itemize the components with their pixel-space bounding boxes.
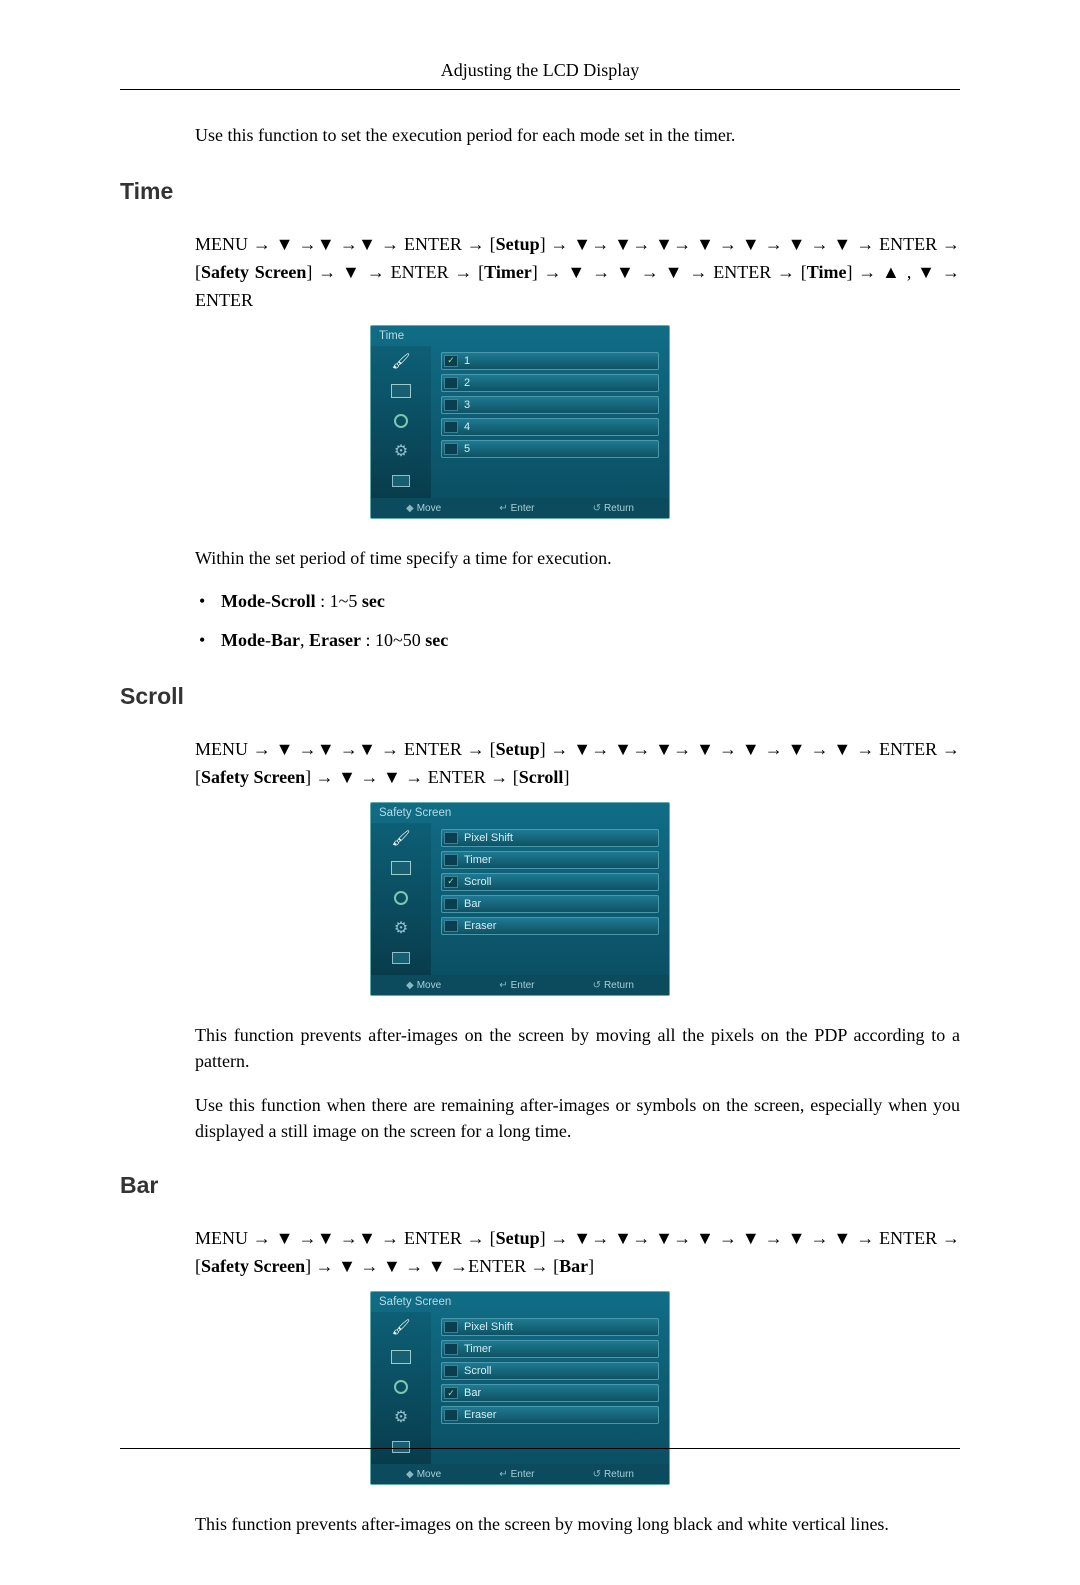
- osd-row: Eraser: [441, 917, 659, 935]
- check-icon: [444, 854, 458, 866]
- nav-sequence-bar: MENU → ▼ →▼ →▼ → ENTER → [Setup] → ▼→ ▼→…: [195, 1225, 960, 1281]
- media-icon: [388, 949, 414, 967]
- return-icon: ↺: [593, 1469, 601, 1480]
- section-heading-scroll: Scroll: [120, 683, 960, 710]
- nav-sequence-scroll: MENU → ▼ →▼ →▼ → ENTER → [Setup] → ▼→ ▼→…: [195, 736, 960, 792]
- brush-icon: [388, 829, 414, 847]
- check-icon: [444, 421, 458, 433]
- check-icon: [444, 1343, 458, 1355]
- osd-row: Bar: [441, 895, 659, 913]
- osd-footer: ◆Move ↵Enter ↺Return: [371, 498, 669, 518]
- osd-title: Time: [371, 326, 669, 346]
- osd-row: Eraser: [441, 1406, 659, 1424]
- check-icon: [444, 1409, 458, 1421]
- check-icon: ✓: [444, 876, 458, 888]
- osd-row: ✓Scroll: [441, 873, 659, 891]
- osd-footer: ◆Move ↵Enter ↺Return: [371, 1464, 669, 1484]
- page-header: Adjusting the LCD Display: [120, 60, 960, 90]
- osd-row: 3: [441, 396, 659, 414]
- check-icon: [444, 1365, 458, 1377]
- osd-sidebar: [371, 1312, 431, 1464]
- osd-footer: ◆Move ↵Enter ↺Return: [371, 975, 669, 995]
- intro-paragraph: Use this function to set the execution p…: [195, 125, 960, 146]
- page-title: Adjusting the LCD Display: [441, 60, 640, 80]
- return-icon: ↺: [593, 980, 601, 991]
- osd-row: Pixel Shift: [441, 1318, 659, 1336]
- time-bullets: Mode-Scroll : 1~5 sec Mode-Bar, Eraser :…: [195, 589, 960, 653]
- check-icon: ✓: [444, 1387, 458, 1399]
- osd-row: ✓1: [441, 352, 659, 370]
- osd-figure-time: Time ✓1 2 3 4 5: [370, 325, 670, 519]
- move-icon: ◆: [406, 1469, 414, 1480]
- osd-title: Safety Screen: [371, 803, 669, 823]
- osd-row: Timer: [441, 1340, 659, 1358]
- input-icon: [388, 859, 414, 877]
- enter-icon: ↵: [499, 980, 507, 991]
- section-heading-bar: Bar: [120, 1172, 960, 1199]
- gear-icon: [388, 1408, 414, 1426]
- check-icon: [444, 832, 458, 844]
- brush-icon: [388, 352, 414, 370]
- check-icon: [444, 399, 458, 411]
- check-icon: ✓: [444, 355, 458, 367]
- gear-icon: [388, 919, 414, 937]
- check-icon: [444, 1321, 458, 1333]
- input-icon: [388, 382, 414, 400]
- circle-icon: [388, 1378, 414, 1396]
- return-icon: ↺: [593, 503, 601, 514]
- list-item: Mode-Bar, Eraser : 10~50 sec: [195, 628, 960, 653]
- enter-icon: ↵: [499, 1469, 507, 1480]
- osd-title: Safety Screen: [371, 1292, 669, 1312]
- osd-sidebar: [371, 346, 431, 498]
- osd-list: Pixel Shift Timer Scroll ✓Bar Eraser: [431, 1312, 669, 1464]
- enter-icon: ↵: [499, 503, 507, 514]
- check-icon: [444, 920, 458, 932]
- check-icon: [444, 377, 458, 389]
- footer-rule: [120, 1448, 960, 1449]
- osd-row: Scroll: [441, 1362, 659, 1380]
- list-item: Mode-Scroll : 1~5 sec: [195, 589, 960, 614]
- osd-figure-scroll: Safety Screen Pixel Shift Timer ✓Scroll …: [370, 802, 670, 996]
- osd-row: 5: [441, 440, 659, 458]
- section-heading-time: Time: [120, 178, 960, 205]
- circle-icon: [388, 889, 414, 907]
- circle-icon: [388, 412, 414, 430]
- osd-sidebar: [371, 823, 431, 975]
- move-icon: ◆: [406, 980, 414, 991]
- scroll-para2: Use this function when there are remaini…: [195, 1092, 960, 1144]
- time-desc: Within the set period of time specify a …: [195, 545, 960, 571]
- input-icon: [388, 1348, 414, 1366]
- media-icon: [388, 472, 414, 490]
- osd-row: Timer: [441, 851, 659, 869]
- osd-row: ✓Bar: [441, 1384, 659, 1402]
- osd-row: 2: [441, 374, 659, 392]
- nav-sequence-time: MENU → ▼ →▼ →▼ → ENTER → [Setup] → ▼→ ▼→…: [195, 231, 960, 315]
- check-icon: [444, 898, 458, 910]
- brush-icon: [388, 1318, 414, 1336]
- scroll-para1: This function prevents after-images on t…: [195, 1022, 960, 1074]
- osd-figure-bar: Safety Screen Pixel Shift Timer Scroll ✓…: [370, 1291, 670, 1485]
- gear-icon: [388, 442, 414, 460]
- move-icon: ◆: [406, 503, 414, 514]
- osd-list: Pixel Shift Timer ✓Scroll Bar Eraser: [431, 823, 669, 975]
- osd-row: Pixel Shift: [441, 829, 659, 847]
- bar-para1: This function prevents after-images on t…: [195, 1511, 960, 1537]
- osd-list: ✓1 2 3 4 5: [431, 346, 669, 498]
- osd-row: 4: [441, 418, 659, 436]
- check-icon: [444, 443, 458, 455]
